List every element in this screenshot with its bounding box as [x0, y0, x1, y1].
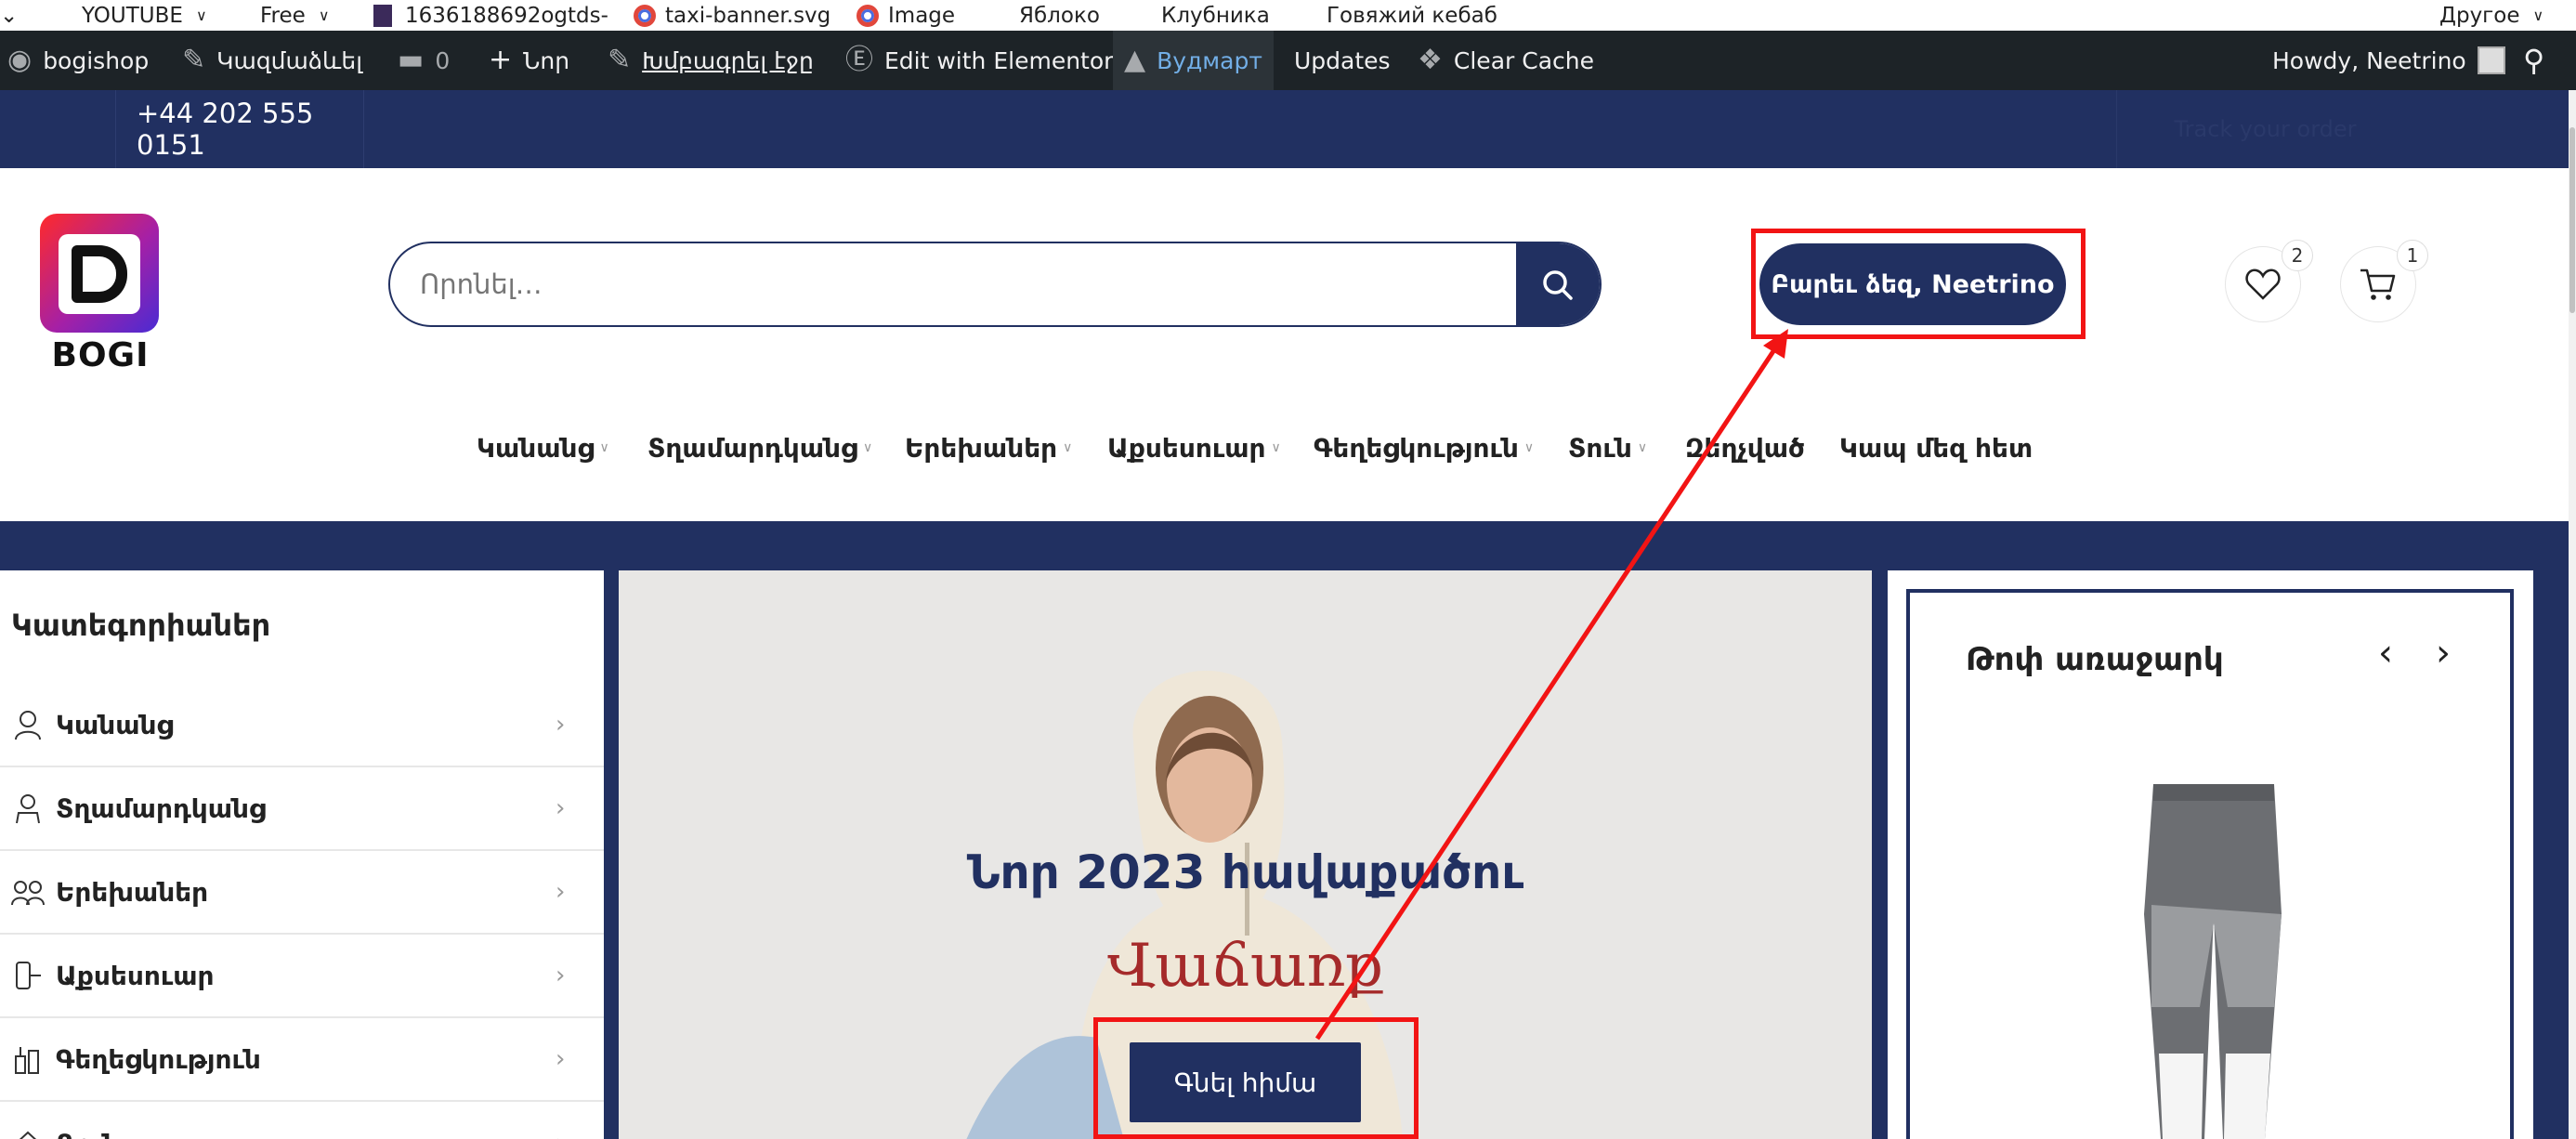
annotation-arrow [1314, 329, 1788, 1041]
scrollbar-thumb[interactable] [2569, 127, 2575, 313]
page-scrollbar[interactable] [2569, 90, 2576, 1139]
